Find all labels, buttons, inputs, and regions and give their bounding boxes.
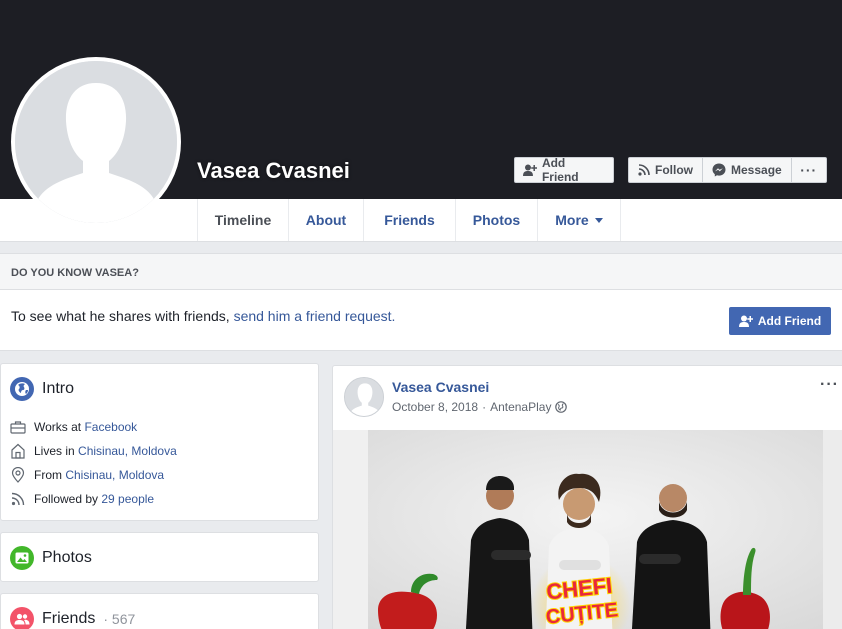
tab-label: Photos	[472, 212, 521, 228]
tab-label: More	[555, 212, 589, 228]
friend-request-prompt: DO YOU KNOW VASEA? To see what he shares…	[0, 253, 842, 351]
followers-link[interactable]: 29 people	[101, 492, 154, 506]
rss-icon	[638, 164, 650, 176]
intro-from-row: From Chisinau, Moldova	[10, 463, 318, 487]
tab-more[interactable]: More	[538, 199, 621, 241]
post-author-avatar[interactable]	[344, 377, 384, 417]
from-link[interactable]: Chisinau, Moldova	[65, 468, 164, 482]
lives-in-link[interactable]: Chisinau, Moldova	[78, 444, 177, 458]
follow-button[interactable]: Follow	[629, 158, 703, 182]
post-meta: October 8, 2018 · AntenaPlay	[392, 400, 568, 414]
post-source[interactable]: AntenaPlay	[490, 400, 551, 414]
work-link[interactable]: Facebook	[84, 420, 137, 434]
profile-name[interactable]: Vasea Cvasnei	[197, 158, 350, 184]
add-friend-icon	[738, 315, 753, 327]
tab-label: Timeline	[214, 212, 272, 228]
photos-card[interactable]: Photos	[0, 532, 319, 582]
meta-separator: ·	[482, 400, 487, 414]
prompt-add-friend-button[interactable]: Add Friend	[729, 307, 831, 335]
post-date[interactable]: October 8, 2018	[392, 400, 478, 414]
friends-card[interactable]: Friends · 567	[0, 593, 319, 629]
friends-icon	[10, 607, 34, 629]
send-friend-request-link[interactable]: send him a friend request.	[234, 308, 396, 324]
add-friend-label: Add Friend	[541, 156, 579, 184]
post-photo[interactable]: CHEFI CUȚITE	[333, 430, 842, 629]
tab-friends[interactable]: Friends	[364, 199, 456, 241]
post-options-button[interactable]: ···	[820, 376, 839, 394]
home-icon	[10, 443, 26, 459]
add-friend-icon	[523, 164, 537, 176]
globe-icon	[10, 377, 34, 401]
intro-work-prefix: Works at	[34, 420, 85, 434]
prompt-text: To see what he shares with friends, send…	[11, 308, 395, 324]
add-friend-button[interactable]: Add Friend	[514, 156, 614, 184]
tab-label: Friends	[384, 212, 435, 228]
timeline-post: Vasea Cvasnei October 8, 2018 · AntenaPl…	[332, 365, 842, 629]
intro-followers-prefix: Followed by	[34, 492, 102, 506]
intro-title: Intro	[42, 380, 75, 397]
follow-label: Follow	[655, 163, 693, 177]
location-pin-icon	[10, 467, 26, 483]
photos-icon	[10, 546, 34, 570]
intro-from-prefix: From	[34, 468, 66, 482]
intro-lives-row: Lives in Chisinau, Moldova	[10, 439, 318, 463]
silhouette-icon	[345, 378, 383, 416]
prompt-text-prefix: To see what he shares with friends,	[11, 308, 234, 324]
message-button[interactable]: Message	[703, 158, 792, 182]
tab-label: About	[305, 212, 347, 228]
tab-timeline[interactable]: Timeline	[198, 199, 289, 241]
intro-lives-prefix: Lives in	[34, 444, 79, 458]
photos-title: Photos	[42, 549, 92, 566]
intro-work-row: Works at Facebook	[10, 415, 318, 439]
tab-about[interactable]: About	[289, 199, 364, 241]
prompt-heading: DO YOU KNOW VASEA?	[0, 254, 842, 290]
rss-icon	[10, 491, 26, 507]
message-label: Message	[731, 163, 782, 177]
tab-photos[interactable]: Photos	[456, 199, 538, 241]
post-author-name[interactable]: Vasea Cvasnei	[392, 379, 489, 395]
intro-card: Intro Works at Facebook Lives in Chisina…	[0, 363, 319, 521]
more-dots-icon: ···	[800, 162, 818, 178]
intro-followers-row: Followed by 29 people	[10, 487, 318, 511]
chefs-photo: CHEFI CUȚITE	[333, 430, 842, 629]
profile-actions: Follow Message ···	[628, 157, 827, 183]
more-options-button[interactable]: ···	[792, 158, 826, 182]
caret-down-icon	[594, 217, 603, 223]
friends-count: · 567	[103, 611, 136, 627]
default-avatar	[15, 61, 177, 223]
messenger-icon	[712, 163, 726, 177]
add-friend-label: Add Friend	[757, 314, 822, 328]
public-globe-icon	[555, 401, 568, 413]
briefcase-icon	[10, 419, 26, 435]
friends-title: Friends	[42, 610, 96, 627]
silhouette-icon	[15, 61, 177, 223]
profile-picture[interactable]	[11, 57, 181, 227]
